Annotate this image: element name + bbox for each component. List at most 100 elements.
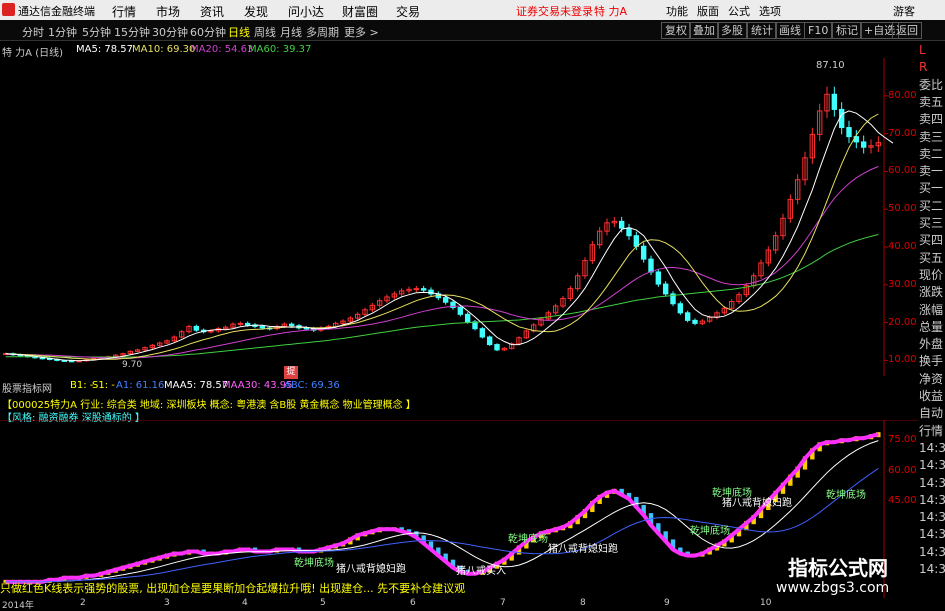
menu-item-formula[interactable]: 公式	[728, 3, 750, 19]
side-panel-item[interactable]: 净资	[919, 371, 945, 387]
date-tick: 2	[80, 598, 86, 608]
period-daily[interactable]: 日线	[228, 24, 250, 40]
candle	[677, 303, 684, 314]
quote-side-panel[interactable]: L R 委比 卖五 卖四卖三 卖二 卖一 买一买二 买三 买四买五 现价 涨跌涨幅 总量 外盘 换手净资 收益…	[918, 42, 945, 609]
btn-back[interactable]: 返回	[892, 22, 922, 39]
annotation: 猪八戒背媳妇跑	[722, 498, 792, 509]
candle	[860, 141, 867, 148]
side-panel-item[interactable]: 买二	[919, 198, 945, 214]
candle	[494, 344, 500, 351]
ma5-label: MA5: 78.57	[76, 44, 134, 55]
side-panel-item[interactable]: 买三	[919, 215, 945, 231]
side-panel-item[interactable]: 14:3	[919, 561, 945, 577]
side-panel-item[interactable]: 外盘	[919, 336, 945, 352]
menu-item-ask[interactable]: 问小达	[288, 3, 324, 20]
login-warning[interactable]: 证券交易未登录	[516, 3, 593, 19]
btn-overlay[interactable]: 叠加	[689, 22, 719, 39]
period-weekly[interactable]: 周线	[254, 24, 276, 40]
candle	[288, 323, 295, 327]
btn-mark[interactable]: 标记	[832, 22, 862, 39]
y-tick: 20.00	[888, 316, 917, 328]
btn-multi-stock[interactable]: 多股	[717, 22, 747, 39]
ma10-line	[5, 113, 879, 360]
date-tick: 2014年	[2, 601, 34, 611]
side-panel-item[interactable]: 14:3	[919, 526, 945, 542]
date-tick: 5	[320, 598, 326, 608]
menu-item-market[interactable]: 市场	[156, 3, 180, 20]
side-panel-item[interactable]: 涨幅	[919, 302, 945, 318]
user-label[interactable]: 游客	[893, 3, 915, 19]
period-15min[interactable]: 15分钟	[114, 24, 150, 40]
price-flag: 87.10	[816, 60, 845, 71]
candle	[486, 336, 493, 346]
menu-item-discover[interactable]: 发现	[244, 3, 268, 20]
btn-stats[interactable]: 统计	[747, 22, 777, 39]
period-monthly[interactable]: 月线	[280, 24, 302, 40]
indicator-ma5: MAA5: 78.57	[164, 380, 229, 391]
period-5min[interactable]: 5分钟	[82, 24, 111, 40]
period-toolbar: 分时 1分钟 5分钟 15分钟 30分钟 60分钟 日线 周线 月线 多周期 更…	[0, 20, 945, 41]
side-panel-item[interactable]: 14:3	[919, 509, 945, 525]
side-panel-item[interactable]: 买一	[919, 180, 945, 196]
btn-draw[interactable]: 画线	[775, 22, 805, 39]
candle	[472, 321, 478, 330]
menu-item-wealth[interactable]: 财富圈	[342, 3, 378, 20]
side-panel-item[interactable]: 总量	[919, 319, 945, 335]
side-panel-item[interactable]: 卖一	[919, 163, 945, 179]
menu-item-layout[interactable]: 版面	[697, 3, 719, 19]
annotation: 猪八戒背媳妇跑	[336, 564, 406, 575]
side-panel-item[interactable]: 收益	[919, 388, 945, 404]
candle	[479, 328, 486, 338]
side-panel-item[interactable]: 卖四	[919, 111, 945, 127]
side-panel-item[interactable]: L	[919, 42, 945, 58]
side-panel-item[interactable]: 14:3	[919, 457, 945, 473]
side-panel-item[interactable]: 14:3	[919, 475, 945, 491]
side-panel-item[interactable]: 14:3	[919, 544, 945, 560]
btn-adjust[interactable]: 复权	[661, 22, 691, 39]
period-30min[interactable]: 30分钟	[152, 24, 188, 40]
side-panel-item[interactable]: 买四	[919, 232, 945, 248]
side-panel-item[interactable]: 委比	[919, 77, 945, 93]
btn-f10[interactable]: F10	[804, 22, 833, 39]
period-multi[interactable]: 多周期	[306, 24, 339, 40]
indicator-x2: ABC: 69.36	[284, 380, 340, 391]
sub-y-tick: 60.00	[888, 464, 917, 476]
indicator-ma30: MAA30: 43.95	[222, 380, 293, 391]
annotation: 乾坤底场	[690, 526, 730, 537]
menu-item-quotes[interactable]: 行情	[112, 3, 136, 20]
period-1min[interactable]: 1分钟	[48, 24, 77, 40]
y-tick: 10.00	[888, 354, 917, 366]
side-panel-item[interactable]: 换手	[919, 353, 945, 369]
side-panel-item[interactable]: 涨跌	[919, 284, 945, 300]
date-tick: 4	[242, 598, 248, 608]
side-panel-item[interactable]: 现价	[919, 267, 945, 283]
ma10-label: MA10: 69.30	[132, 44, 196, 55]
side-panel-item[interactable]: 卖三	[919, 129, 945, 145]
menu-item-function[interactable]: 功能	[666, 3, 688, 19]
menu-item-news[interactable]: 资讯	[200, 3, 224, 20]
menu-item-trade[interactable]: 交易	[396, 3, 420, 20]
ma60-label: MA60: 39.37	[248, 44, 312, 55]
side-panel-item[interactable]: 自动	[919, 405, 945, 421]
side-panel-item[interactable]: R	[919, 59, 945, 75]
side-panel-item[interactable]: 14:3	[919, 492, 945, 508]
y-tick: 70.00	[888, 127, 917, 139]
y-tick: 50.00	[888, 203, 917, 215]
period-intraday[interactable]: 分时	[22, 24, 44, 40]
candle	[420, 288, 427, 291]
side-panel-item[interactable]: 买五	[919, 250, 945, 266]
side-panel-item[interactable]: 14:3	[919, 440, 945, 456]
indicator-name[interactable]: 股票指标网	[2, 380, 52, 395]
period-more[interactable]: 更多 >	[344, 24, 379, 40]
candle	[684, 312, 691, 321]
menu-item-options[interactable]: 选项	[759, 3, 781, 19]
side-panel-item[interactable]: 行情	[919, 423, 945, 439]
candle	[244, 322, 251, 326]
price-chart[interactable]	[0, 58, 918, 376]
y-tick: 60.00	[888, 165, 917, 177]
side-panel-item[interactable]: 卖五	[919, 94, 945, 110]
side-panel-item[interactable]: 卖二	[919, 146, 945, 162]
period-60min[interactable]: 60分钟	[190, 24, 226, 40]
menu-bar: 通达信金融终端 行情 市场 资讯 发现 问小达 财富圈 交易 证券交易未登录 特…	[0, 0, 945, 20]
indicator-b1: B1: -	[70, 380, 94, 391]
